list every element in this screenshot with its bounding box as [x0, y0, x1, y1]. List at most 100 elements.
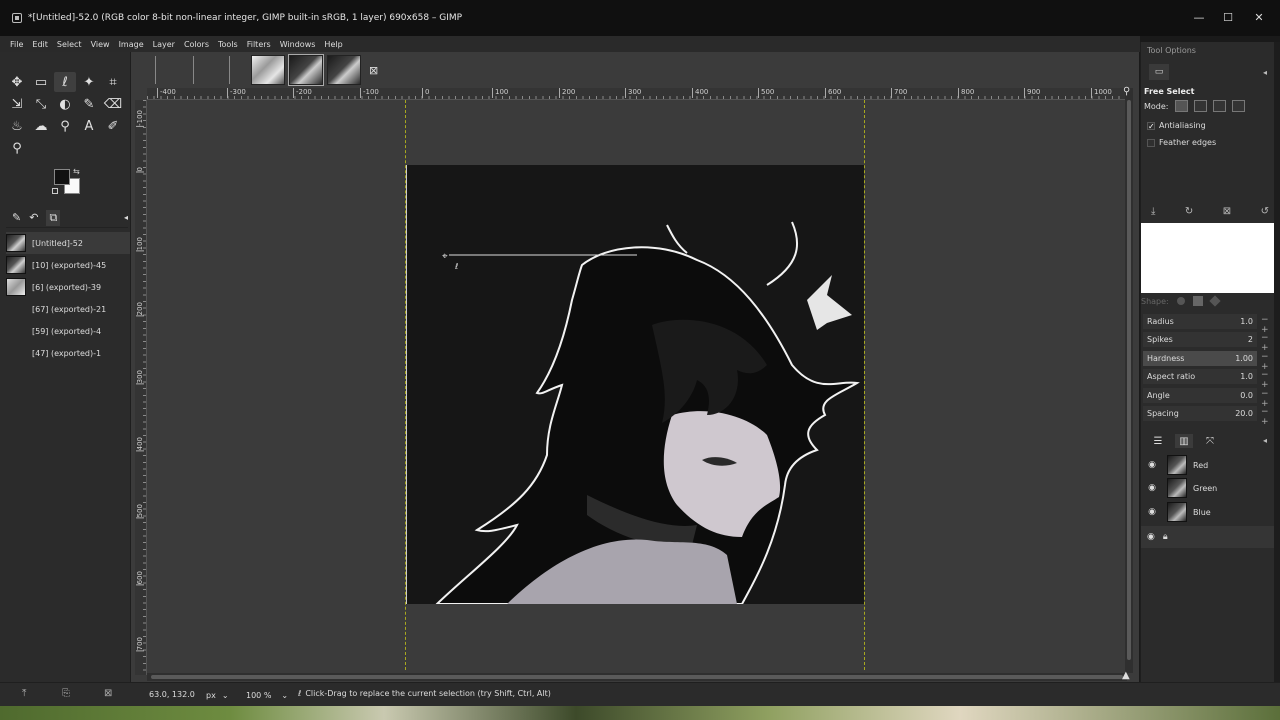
menu-filters[interactable]: Filters [247, 40, 271, 49]
angle-slider[interactable]: Angle 0.0 [1143, 388, 1257, 403]
scrollbar-thumb[interactable] [151, 675, 1123, 679]
list-item[interactable]: [67] (exported)-21 [6, 298, 130, 320]
zoom-tool-icon[interactable]: ⚲ [6, 138, 28, 158]
canvas-image[interactable]: ⌖ ℓ [406, 165, 864, 604]
minus-plus-icon[interactable]: − + [1261, 315, 1274, 335]
maximize-button[interactable]: ☐ [1221, 12, 1235, 24]
zoom-dropdown[interactable]: 100 % ⌄ [246, 688, 294, 702]
paths-tab-icon[interactable]: ⤧ [1201, 434, 1219, 448]
mode-replace-button[interactable] [1174, 100, 1188, 112]
new-image-icon[interactable]: ⎘ [62, 688, 70, 699]
delete-icon[interactable]: ⊠ [104, 688, 112, 699]
brush-tab-icon[interactable]: ✎ [12, 211, 21, 224]
unit-dropdown[interactable]: px ⌄ [206, 688, 236, 702]
mode-intersect-button[interactable] [1231, 100, 1245, 112]
smudge-tool-icon[interactable]: ☁ [30, 116, 52, 136]
panel-menu-icon[interactable]: ◂ [124, 213, 128, 222]
free-select-tool-icon[interactable]: ℓ [54, 72, 76, 92]
feather-edges-checkbox[interactable]: Feather edges [1147, 138, 1216, 147]
save-preset-icon[interactable]: ⤓ [1151, 206, 1155, 217]
rect-select-tool-icon[interactable]: ▭ [30, 72, 52, 92]
spikes-slider[interactable]: Spikes 2 [1143, 332, 1257, 347]
foreground-color-swatch[interactable] [54, 169, 70, 185]
vertical-scrollbar[interactable] [1125, 88, 1133, 673]
dock-icon[interactable]: ⤒ [22, 688, 26, 699]
minimize-button[interactable]: — [1192, 12, 1206, 24]
images-tab-icon[interactable]: ⧉ [46, 209, 61, 226]
eye-icon[interactable]: ◉ [1145, 483, 1159, 493]
horizontal-scrollbar[interactable] [147, 673, 1127, 681]
eraser-tool-icon[interactable]: ⌫ [102, 94, 124, 114]
text-tool-icon[interactable]: A [78, 116, 100, 136]
paths-tool-icon[interactable]: ⚲ [54, 116, 76, 136]
default-colors-icon[interactable] [52, 188, 58, 194]
list-item[interactable]: [6] (exported)-39 [6, 276, 130, 298]
bucket-fill-tool-icon[interactable]: ◐ [54, 94, 76, 114]
minus-plus-icon[interactable]: − + [1261, 407, 1274, 427]
fuzzy-select-tool-icon[interactable]: ✦ [78, 72, 100, 92]
lock-icon[interactable]: 🔒︎ [1163, 532, 1168, 542]
menu-view[interactable]: View [91, 40, 110, 49]
undo-history-tab-icon[interactable]: ↶ [29, 211, 38, 224]
channels-tab-icon[interactable]: ▥ [1175, 434, 1193, 448]
close-tab-icon[interactable]: ⊠ [369, 64, 378, 77]
channel-row-red[interactable]: ◉ Red [1141, 454, 1275, 476]
shape-diamond-icon[interactable] [1209, 295, 1221, 307]
channel-row-green[interactable]: ◉ Green [1141, 477, 1275, 499]
mode-add-button[interactable] [1193, 100, 1207, 112]
paintbrush-tool-icon[interactable]: ✎ [78, 94, 100, 114]
eye-icon[interactable]: ◉ [1145, 460, 1159, 470]
antialiasing-checkbox[interactable]: ✓ Antialiasing [1147, 121, 1206, 130]
image-tab[interactable] [288, 54, 324, 86]
shape-circle-icon[interactable] [1176, 297, 1185, 305]
tool-options-tab-icon[interactable]: ▭ [1149, 64, 1169, 80]
minus-plus-icon[interactable]: − + [1261, 352, 1274, 372]
panel-menu-icon[interactable]: ◂ [1263, 68, 1267, 77]
menu-edit[interactable]: Edit [32, 40, 48, 49]
move-tool-icon[interactable]: ✥ [6, 72, 28, 92]
image-tab[interactable] [327, 55, 361, 85]
menu-select[interactable]: Select [57, 40, 82, 49]
swap-colors-icon[interactable]: ⇆ [73, 167, 80, 176]
minus-plus-icon[interactable]: − + [1261, 389, 1274, 409]
crop-tool-icon[interactable]: ⌗ [102, 72, 124, 92]
menu-tools[interactable]: Tools [218, 40, 238, 49]
close-button[interactable]: ✕ [1252, 12, 1266, 24]
list-item[interactable]: [59] (exported)-4 [6, 320, 130, 342]
vertical-ruler[interactable] [135, 100, 147, 675]
menu-image[interactable]: Image [119, 40, 144, 49]
scrollbar-thumb[interactable] [1127, 100, 1131, 660]
minus-plus-icon[interactable]: − + [1261, 333, 1274, 353]
list-item[interactable]: [47] (exported)-1 [6, 342, 130, 364]
mode-subtract-button[interactable] [1212, 100, 1226, 112]
menu-help[interactable]: Help [324, 40, 342, 49]
eye-icon[interactable]: ◉ [1145, 507, 1159, 517]
transform-tool-icon[interactable]: ⇲ [6, 94, 28, 114]
zoom-toggle-icon[interactable]: ⚲ [1123, 86, 1130, 97]
color-picker-tool-icon[interactable]: ✐ [102, 116, 124, 136]
list-item[interactable]: [Untitled]-52 [6, 232, 130, 254]
clone-tool-icon[interactable]: ♨ [6, 116, 28, 136]
spacing-slider[interactable]: Spacing 20.0 [1143, 406, 1257, 421]
image-tab[interactable] [251, 55, 285, 85]
delete-preset-icon[interactable]: ⊠ [1223, 206, 1231, 217]
radius-slider[interactable]: Radius 1.0 [1143, 314, 1257, 329]
hardness-slider[interactable]: Hardness 1.00 [1143, 351, 1257, 366]
channel-row-blue[interactable]: ◉ Blue [1141, 501, 1275, 523]
navigate-icon[interactable]: ▲ [1122, 670, 1130, 681]
warp-tool-icon[interactable]: ⤡ [30, 94, 52, 114]
tool-options-header: Tool Options [1147, 46, 1196, 55]
restore-preset-icon[interactable]: ↻ [1185, 206, 1193, 217]
eye-icon[interactable]: ◉ [1147, 532, 1155, 542]
minus-plus-icon[interactable]: − + [1261, 370, 1274, 390]
aspect-ratio-slider[interactable]: Aspect ratio 1.0 [1143, 369, 1257, 384]
reset-options-icon[interactable]: ↺ [1261, 206, 1269, 217]
menu-layer[interactable]: Layer [153, 40, 175, 49]
menu-colors[interactable]: Colors [184, 40, 209, 49]
panel-menu-icon[interactable]: ◂ [1263, 436, 1267, 445]
shape-square-icon[interactable] [1192, 296, 1203, 306]
list-item[interactable]: [10] (exported)-45 [6, 254, 130, 276]
menu-windows[interactable]: Windows [280, 40, 316, 49]
layers-tab-icon[interactable]: ☰ [1149, 434, 1167, 448]
menu-file[interactable]: File [10, 40, 23, 49]
